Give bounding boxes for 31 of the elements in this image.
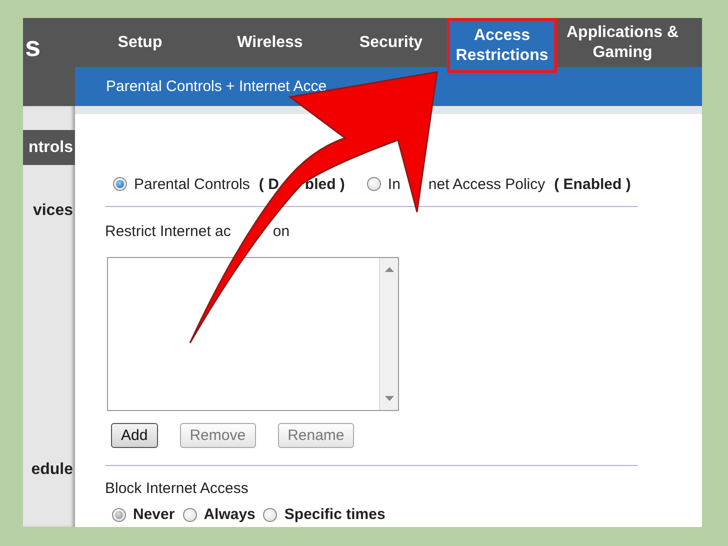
status-text: ( Enabled ) <box>554 176 631 192</box>
list-button[interactable]: Add <box>111 423 158 448</box>
nav-tab[interactable]: Security <box>335 18 447 67</box>
radio-label: Specific times <box>284 506 386 524</box>
status-text: ( D <box>258 176 279 192</box>
radio-label: Always <box>204 506 256 524</box>
radio-label: net Access Policy <box>428 176 546 192</box>
nav-tab[interactable]: Access Restrictions <box>447 18 557 73</box>
sidebar-item[interactable]: vices <box>23 193 75 228</box>
status-text: bled ) <box>304 176 345 192</box>
radio-label: In <box>388 176 400 192</box>
radio-button[interactable] <box>182 508 197 522</box>
device-listbox[interactable] <box>107 257 399 411</box>
nav-tab[interactable]: Setup <box>75 18 205 67</box>
radio-button[interactable] <box>263 508 278 522</box>
radio-label: Never <box>133 506 175 524</box>
scrollbar[interactable] <box>379 258 398 410</box>
field-label: Restrict Internet ac <box>105 222 231 240</box>
section-label: Block Internet Access <box>105 480 248 496</box>
scroll-down-icon[interactable] <box>384 396 394 401</box>
nav-tab[interactable]: Wireless <box>205 18 335 67</box>
field-label: on <box>272 222 290 240</box>
radio-button[interactable] <box>366 177 381 191</box>
logo-text: s <box>24 30 42 64</box>
radio-label: Parental Controls <box>134 176 250 192</box>
sidebar-item[interactable]: edule <box>23 452 75 487</box>
radio-button[interactable] <box>112 508 126 522</box>
sidebar-item[interactable]: ntrols <box>23 130 75 165</box>
scroll-up-icon[interactable] <box>384 267 394 272</box>
radio-button[interactable] <box>113 177 127 191</box>
nav-tab[interactable]: Applications & Gaming <box>557 18 688 67</box>
